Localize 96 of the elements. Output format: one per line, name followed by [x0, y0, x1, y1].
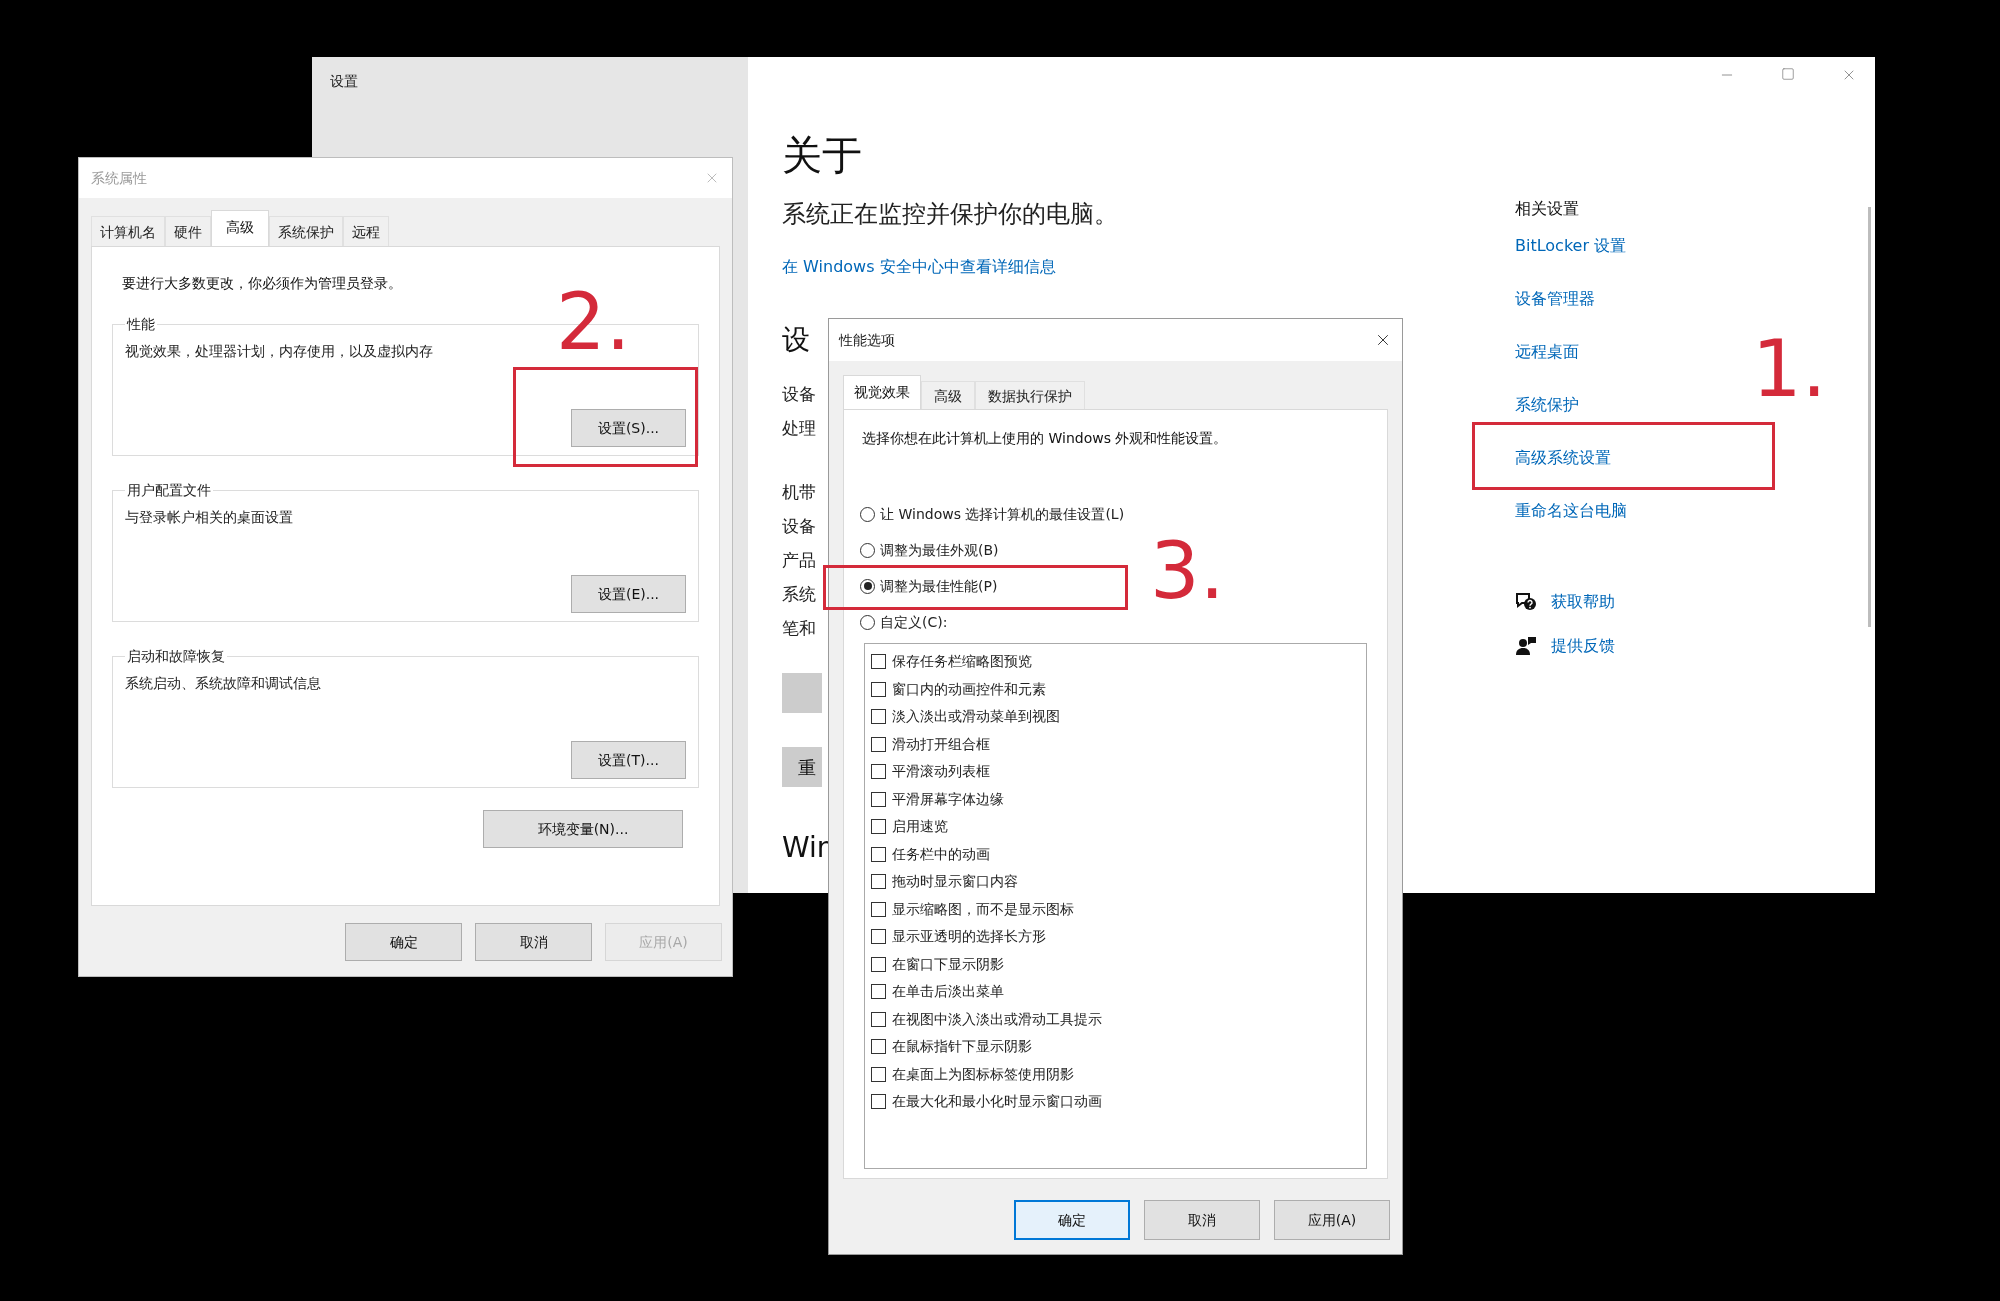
spec-label: 产品 [782, 549, 816, 571]
admin-notice: 要进行大多数更改，你必须作为管理员登录。 [122, 274, 403, 293]
checkbox-label: 显示缩略图，而不是显示图标 [892, 899, 1074, 919]
checkbox-label: 任务栏中的动画 [892, 844, 990, 864]
group-description: 与登录帐户相关的桌面设置 [125, 508, 294, 527]
step-number: 3. [1150, 532, 1225, 610]
checkbox-label: 滑动打开组合框 [892, 734, 990, 754]
checkbox-label: 平滑屏幕字体边缘 [892, 789, 1004, 809]
checkbox-label: 在最大化和最小化时显示窗口动画 [892, 1092, 1102, 1112]
radio-label: 调整为最佳外观(B) [880, 540, 999, 560]
group-title: 性能 [125, 315, 156, 334]
help-icon [1515, 592, 1537, 612]
checkbox-label: 启用速览 [892, 817, 948, 837]
step-number: 1. [1752, 330, 1827, 408]
rename-button[interactable]: 重 [782, 747, 822, 787]
checkbox[interactable] [871, 681, 886, 697]
tab[interactable]: 视觉效果 [843, 375, 921, 409]
related-link[interactable]: 重命名这台电脑 [1515, 500, 1627, 522]
radio-button[interactable] [860, 614, 875, 630]
settings-button[interactable]: 设置(S)... [571, 409, 686, 447]
checkbox[interactable] [871, 984, 886, 1000]
security-link[interactable]: 在 Windows 安全中心中查看详细信息 [782, 255, 1056, 279]
checkbox[interactable] [871, 874, 886, 890]
step-number: 2. [556, 283, 631, 361]
related-link[interactable]: 高级系统设置 [1515, 447, 1611, 469]
checkbox[interactable] [871, 764, 886, 780]
person-icon [1515, 636, 1537, 656]
checkbox[interactable] [871, 1011, 886, 1027]
spec-label: 系统 [782, 583, 816, 605]
checkbox[interactable] [871, 1094, 886, 1110]
checkbox[interactable] [871, 709, 886, 725]
dialog-button[interactable]: 取消 [475, 923, 592, 961]
checkbox-label: 拖动时显示窗口内容 [892, 872, 1018, 892]
related-link[interactable]: 远程桌面 [1515, 341, 1579, 363]
group-description: 视觉效果，处理器计划，内存使用，以及虚拟内存 [125, 342, 434, 361]
checkbox-label: 平滑滚动列表框 [892, 762, 990, 782]
radio-label: 自定义(C): [880, 612, 948, 632]
spec-label: 处理 [782, 417, 816, 439]
dialog-button[interactable]: 应用(A) [1274, 1200, 1390, 1240]
checkbox-label: 在窗口下显示阴影 [892, 954, 1004, 974]
window-title: 设置 [330, 73, 358, 89]
tab[interactable]: 硬件 [165, 216, 211, 246]
checkbox-label: 窗口内的动画控件和元素 [892, 679, 1046, 699]
related-link[interactable]: 设备管理器 [1515, 288, 1595, 310]
dialog-title: 性能选项 [839, 330, 895, 350]
checkbox[interactable] [871, 819, 886, 835]
group-title: 用户配置文件 [126, 481, 212, 500]
dialog-button[interactable]: 取消 [1144, 1200, 1260, 1240]
checkbox[interactable] [871, 1039, 886, 1055]
checkbox[interactable] [871, 736, 886, 752]
checkbox[interactable] [871, 791, 886, 807]
checkbox-label: 在鼠标指针下显示阴影 [892, 1037, 1032, 1057]
checkbox[interactable] [871, 929, 886, 945]
related-link[interactable]: BitLocker 设置 [1515, 235, 1627, 257]
radio-button[interactable] [860, 542, 875, 558]
tab[interactable]: 高级 [921, 381, 975, 409]
dialog-title: 系统属性 [91, 168, 147, 188]
support-link[interactable]: 获取帮助 [1551, 590, 1615, 614]
dialog-button[interactable]: 确定 [1014, 1200, 1130, 1240]
radio-label: 调整为最佳性能(P) [880, 576, 998, 596]
page-heading: 关于 [782, 131, 862, 179]
checkbox-label: 显示亚透明的选择长方形 [892, 927, 1046, 947]
environment-variables-button[interactable]: 环境变量(N)... [483, 810, 683, 848]
checkbox-label: 保存任务栏缩略图预览 [892, 652, 1032, 672]
settings-button[interactable]: 设置(E)... [571, 575, 686, 613]
radio-button[interactable] [860, 578, 875, 594]
tab[interactable]: 远程 [343, 216, 389, 246]
status-text: 系统正在监控并保护你的电脑。 [782, 199, 1118, 229]
tab[interactable]: 计算机名 [91, 216, 165, 246]
tab[interactable]: 数据执行保护 [975, 381, 1085, 409]
settings-button[interactable]: 设置(T)... [571, 741, 686, 779]
spec-label: 设备 [782, 383, 816, 405]
tab[interactable]: 高级 [211, 210, 269, 246]
radio-label: 让 Windows 选择计算机的最佳设置(L) [880, 504, 1125, 524]
spec-label: 设备 [782, 515, 816, 537]
checkbox-label: 淡入淡出或滑动菜单到视图 [892, 707, 1060, 727]
checkbox-label: 在桌面上为图标标签使用阴影 [892, 1064, 1074, 1084]
group-description: 系统启动、系统故障和调试信息 [125, 674, 322, 693]
spec-label: 笔和 [782, 617, 816, 639]
group-title: 启动和故障恢复 [126, 647, 226, 666]
checkbox[interactable] [871, 654, 886, 670]
related-link[interactable]: 系统保护 [1515, 394, 1579, 416]
radio-button[interactable] [860, 506, 875, 522]
spec-label: 机带 [782, 481, 816, 503]
related-settings-title: 相关设置 [1515, 198, 1579, 220]
support-link[interactable]: 提供反馈 [1551, 634, 1615, 658]
checkbox-label: 在视图中淡入淡出或滑动工具提示 [892, 1009, 1102, 1029]
checkbox[interactable] [871, 956, 886, 972]
checkbox-label: 在单击后淡出菜单 [892, 982, 1004, 1002]
panel-description: 选择你想在此计算机上使用的 Windows 外观和性能设置。 [862, 429, 1229, 448]
checkbox[interactable] [871, 1066, 886, 1082]
dialog-button[interactable]: 确定 [345, 923, 462, 961]
checkbox[interactable] [871, 846, 886, 862]
checkbox[interactable] [871, 901, 886, 917]
section-heading: 设 [782, 323, 810, 357]
tab[interactable]: 系统保护 [269, 216, 343, 246]
